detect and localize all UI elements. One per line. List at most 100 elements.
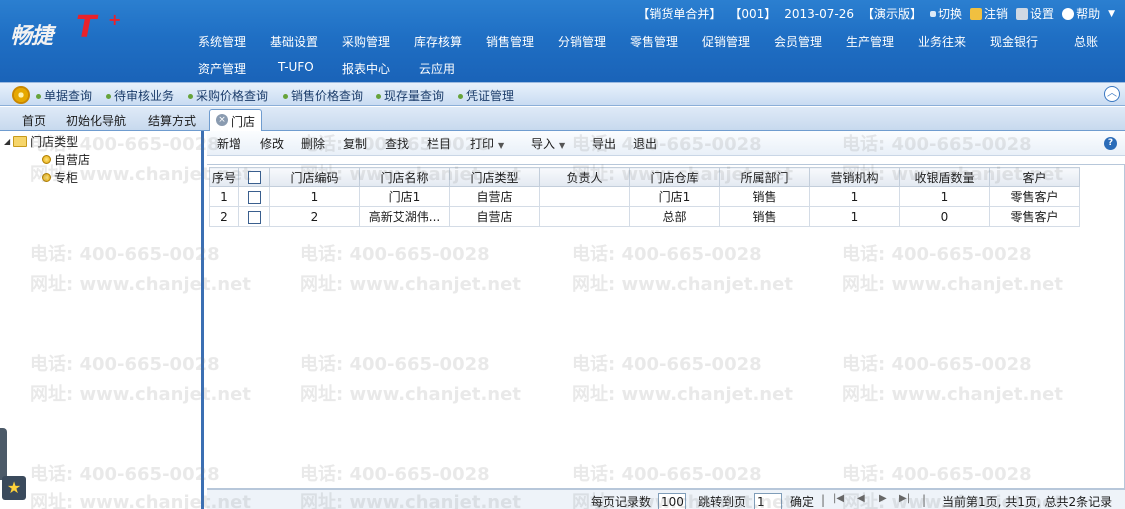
edition-label: 【演示版】 xyxy=(862,7,923,21)
menu-cash-bank[interactable]: 现金银行 xyxy=(990,33,1038,50)
export-button[interactable]: 导出 xyxy=(592,135,616,152)
menu-distribution[interactable]: 分销管理 xyxy=(558,33,606,50)
cell-customer: 零售客户 xyxy=(989,186,1080,207)
cell-manager xyxy=(539,186,630,207)
jump-page-input[interactable]: 1 xyxy=(754,493,782,509)
gear-icon[interactable] xyxy=(12,86,30,104)
delete-button[interactable]: 删除 xyxy=(301,135,325,152)
side-panel-handle[interactable] xyxy=(0,428,7,480)
account-name: 【销货单合并】 xyxy=(637,7,722,21)
tab-store[interactable]: × 门店 xyxy=(209,109,263,132)
cell-marketing-org: 1 xyxy=(809,186,900,207)
menu-t-ufo[interactable]: T-UFO xyxy=(278,60,314,74)
quick-voucher-management[interactable]: 凭证管理 xyxy=(458,87,514,104)
tree-item-self-operated[interactable]: 自营店 xyxy=(42,151,90,168)
tree-root[interactable]: ◢ 门店类型 xyxy=(4,133,78,150)
exit-button[interactable]: 退出 xyxy=(633,135,657,152)
select-all-checkbox[interactable] xyxy=(247,171,261,184)
login-date: 2013-07-26 xyxy=(784,6,854,21)
menu-general-ledger[interactable]: 总账 xyxy=(1074,33,1098,50)
quick-document-query[interactable]: 单据查询 xyxy=(36,87,92,104)
quick-links-bar: 单据查询 待审核业务 采购价格查询 销售价格查询 现存量查询 凭证管理 ︿ xyxy=(0,82,1125,106)
tab-settlement[interactable]: 结算方式 xyxy=(148,112,196,129)
menu-assets[interactable]: 资产管理 xyxy=(198,60,246,77)
logout-button[interactable]: 注销 xyxy=(970,5,1008,22)
col-manager[interactable]: 负责人 xyxy=(539,167,630,187)
star-icon[interactable]: ★ xyxy=(2,476,26,500)
app-logo: 畅捷 T + xyxy=(10,10,122,49)
menu-system[interactable]: 系统管理 xyxy=(198,33,246,50)
page-status: 当前第1页, 共1页, 总共2条记录 xyxy=(942,495,1113,509)
cell-store-code: 2 xyxy=(269,206,360,227)
col-cashier-shield-count[interactable]: 收银盾数量 xyxy=(899,167,990,187)
menu-purchase[interactable]: 采购管理 xyxy=(342,33,390,50)
cell-department: 销售 xyxy=(719,186,810,207)
col-store-type[interactable]: 门店类型 xyxy=(449,167,540,187)
col-store-warehouse[interactable]: 门店仓库 xyxy=(629,167,720,187)
columns-button[interactable]: 栏目 xyxy=(427,135,451,152)
prev-page-icon[interactable]: ◀ xyxy=(857,493,865,504)
switch-icon xyxy=(930,10,937,17)
tab-home[interactable]: 首页 xyxy=(22,112,46,129)
col-department[interactable]: 所属部门 xyxy=(719,167,810,187)
col-store-name[interactable]: 门店名称 xyxy=(359,167,450,187)
confirm-button[interactable]: 确定 xyxy=(790,493,814,509)
copy-button[interactable]: 复制 xyxy=(343,135,367,152)
row-checkbox[interactable] xyxy=(247,210,261,224)
print-button[interactable]: 打印 ▼ xyxy=(470,135,504,152)
find-button[interactable]: 查找 xyxy=(385,135,409,152)
menu-basic-settings[interactable]: 基础设置 xyxy=(270,33,318,50)
tree-item-label: 自营店 xyxy=(54,153,91,167)
table-header-row: 序号 门店编码 门店名称 门店类型 负责人 门店仓库 所属部门 营销机构 收银盾… xyxy=(209,167,1080,187)
leaf-dot-icon xyxy=(42,173,51,182)
col-customer[interactable]: 客户 xyxy=(989,167,1080,187)
row-checkbox[interactable] xyxy=(247,190,261,204)
next-page-icon[interactable]: ▶ xyxy=(879,493,887,504)
import-button[interactable]: 导入 ▼ xyxy=(531,135,565,152)
main-panel: 新增 修改 删除 复制 查找 栏目 打印 ▼ 导入 ▼ 导出 退出 ? 序号 门店编… xyxy=(207,131,1125,509)
menu-retail[interactable]: 零售管理 xyxy=(630,33,678,50)
cell-select[interactable] xyxy=(238,186,270,207)
collapse-up-icon[interactable]: ︿ xyxy=(1104,86,1120,102)
app-header: 畅捷 T + 【销货单合并】 【001】 2013-07-26 【演示版】 切换… xyxy=(0,0,1125,82)
menu-sales[interactable]: 销售管理 xyxy=(486,33,534,50)
settings-button[interactable]: 设置 xyxy=(1016,5,1054,22)
quick-sales-price[interactable]: 销售价格查询 xyxy=(283,87,363,104)
cell-customer: 零售客户 xyxy=(989,206,1080,227)
tree-item-counter[interactable]: 专柜 xyxy=(42,169,78,186)
expand-triangle-icon[interactable]: ◢ xyxy=(4,137,10,146)
cell-select[interactable] xyxy=(238,206,270,227)
menu-business-dealings[interactable]: 业务往来 xyxy=(918,33,966,50)
table-row[interactable]: 2 2 高新艾湖伟... 自营店 总部 销售 1 0 零售客户 xyxy=(209,206,1080,227)
table-row[interactable]: 1 1 门店1 自营店 门店1 销售 1 1 零售客户 xyxy=(209,186,1080,207)
store-table: 序号 门店编码 门店名称 门店类型 负责人 门店仓库 所属部门 营销机构 收银盾… xyxy=(209,167,1080,227)
col-store-code[interactable]: 门店编码 xyxy=(269,167,360,187)
quick-pending-review[interactable]: 待审核业务 xyxy=(106,87,174,104)
cell-index: 1 xyxy=(209,186,239,207)
cell-store-type: 自营店 xyxy=(449,186,540,207)
first-page-icon[interactable]: |◀ xyxy=(833,493,844,504)
help-button[interactable]: 帮助 ▼ xyxy=(1062,5,1115,22)
menu-production[interactable]: 生产管理 xyxy=(846,33,894,50)
menu-cloud-apps[interactable]: 云应用 xyxy=(419,60,455,77)
col-select[interactable] xyxy=(238,167,270,187)
quick-purchase-price[interactable]: 采购价格查询 xyxy=(188,87,268,104)
menu-report-center[interactable]: 报表中心 xyxy=(342,60,390,77)
help-icon[interactable]: ? xyxy=(1104,137,1117,150)
last-page-icon[interactable]: ▶| xyxy=(899,493,910,504)
tab-init-guide[interactable]: 初始化导航 xyxy=(66,112,126,129)
close-icon[interactable]: × xyxy=(216,114,228,126)
cell-marketing-org: 1 xyxy=(809,206,900,227)
col-marketing-org[interactable]: 营销机构 xyxy=(809,167,900,187)
per-page-input[interactable]: 100 xyxy=(658,493,686,509)
menu-promotion[interactable]: 促销管理 xyxy=(702,33,750,50)
menu-inventory[interactable]: 库存核算 xyxy=(414,33,462,50)
edit-button[interactable]: 修改 xyxy=(260,135,284,152)
switch-button[interactable]: 切换 xyxy=(930,5,962,22)
add-button[interactable]: 新增 xyxy=(217,135,241,152)
cell-cashier-shield-count: 0 xyxy=(899,206,990,227)
quick-stock-query[interactable]: 现存量查询 xyxy=(376,87,444,104)
help-icon xyxy=(1062,7,1075,20)
menu-membership[interactable]: 会员管理 xyxy=(774,33,822,50)
toolbar: 新增 修改 删除 复制 查找 栏目 打印 ▼ 导入 ▼ 导出 退出 ? xyxy=(207,131,1125,156)
